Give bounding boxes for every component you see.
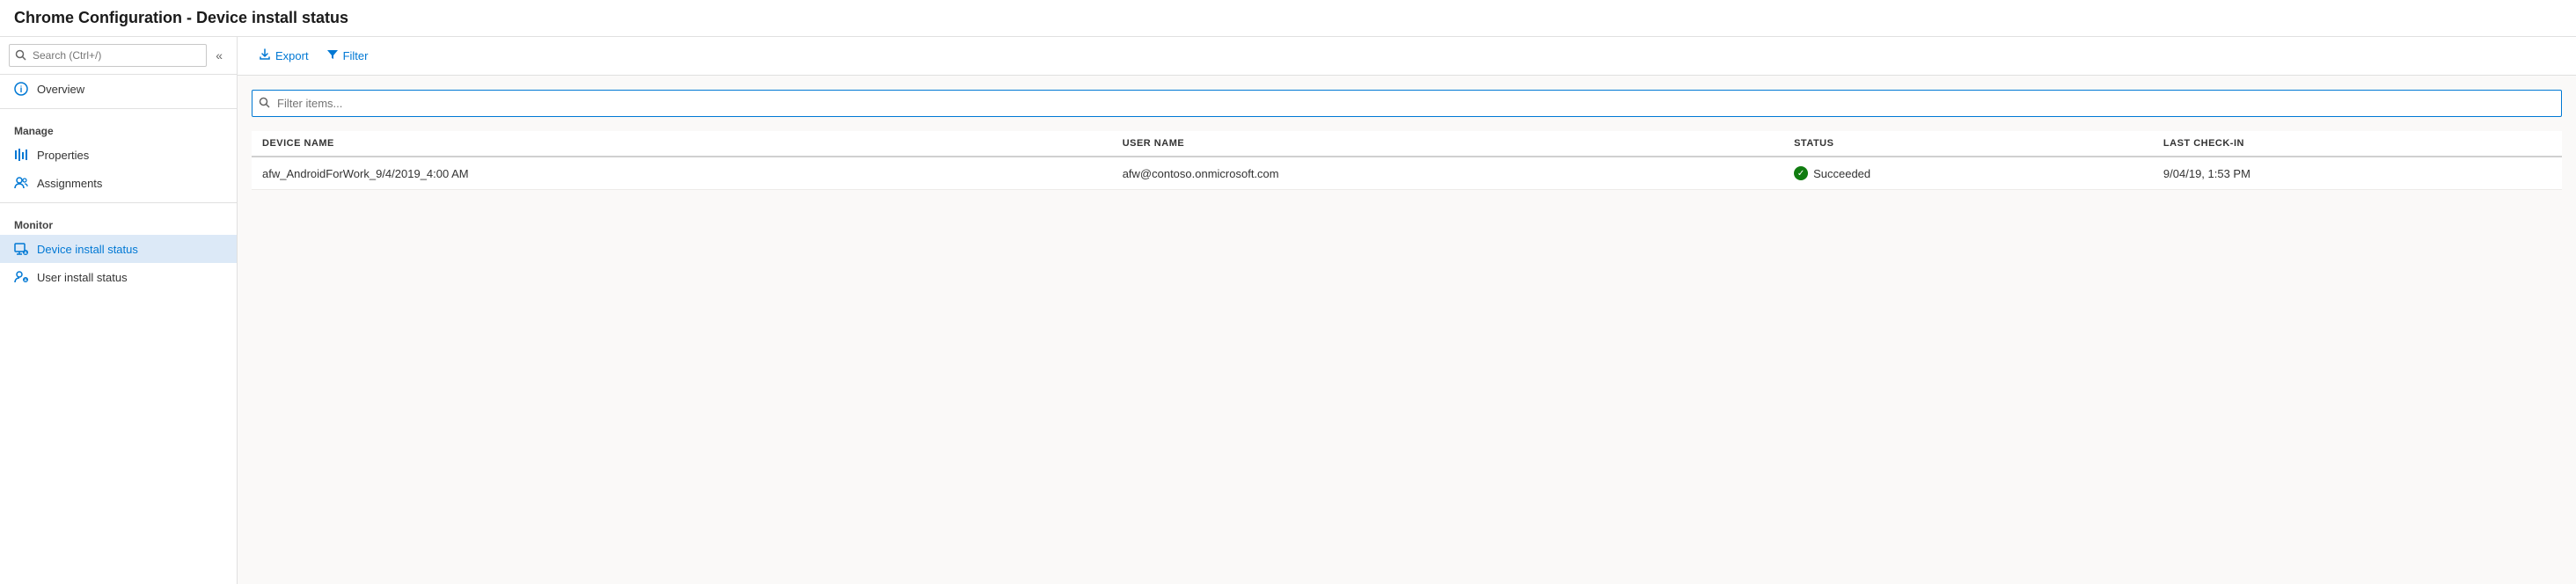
device-install-icon — [14, 242, 28, 256]
collapse-button[interactable]: « — [210, 45, 228, 66]
sidebar-item-properties[interactable]: Properties — [0, 141, 237, 169]
main-content: Export Filter — [238, 37, 2576, 584]
search-input[interactable] — [9, 44, 207, 67]
sidebar-item-label-properties: Properties — [37, 149, 89, 162]
content-area: DEVICE NAME USER NAME STATUS LAST CHECK-… — [238, 76, 2576, 584]
sidebar-item-label-device-install-status: Device install status — [37, 243, 138, 256]
sidebar-divider-1 — [0, 108, 237, 109]
status-text: Succeeded — [1813, 167, 1870, 180]
assignments-icon — [14, 176, 28, 190]
table-header: DEVICE NAME USER NAME STATUS LAST CHECK-… — [252, 131, 2562, 157]
succeeded-icon: ✓ — [1794, 166, 1808, 180]
filter-input-icon — [259, 97, 270, 111]
sidebar-section-manage: Manage — [0, 114, 237, 141]
svg-text:i: i — [20, 85, 23, 95]
col-header-last-checkin: LAST CHECK-IN — [2153, 131, 2562, 157]
main-layout: « i Overview Manage — [0, 37, 2576, 584]
filter-button[interactable]: Filter — [319, 44, 376, 68]
filter-label: Filter — [343, 49, 369, 62]
sidebar-item-label-overview: Overview — [37, 83, 84, 96]
properties-icon — [14, 148, 28, 162]
sidebar: « i Overview Manage — [0, 37, 238, 584]
cell-device-name: afw_AndroidForWork_9/4/2019_4:00 AM — [252, 157, 1112, 190]
col-header-user-name: USER NAME — [1112, 131, 1783, 157]
table-row: afw_AndroidForWork_9/4/2019_4:00 AM afw@… — [252, 157, 2562, 190]
export-label: Export — [275, 49, 309, 62]
filter-icon — [326, 48, 339, 63]
sidebar-item-label-user-install-status: User install status — [37, 271, 128, 284]
user-install-icon — [14, 270, 28, 284]
sidebar-item-device-install-status[interactable]: Device install status — [0, 235, 237, 263]
sidebar-divider-2 — [0, 202, 237, 203]
toolbar: Export Filter — [238, 37, 2576, 76]
info-icon: i — [14, 82, 28, 96]
data-table: DEVICE NAME USER NAME STATUS LAST CHECK-… — [252, 131, 2562, 190]
table-body: afw_AndroidForWork_9/4/2019_4:00 AM afw@… — [252, 157, 2562, 190]
status-succeeded: ✓ Succeeded — [1794, 166, 2142, 180]
sidebar-section-monitor: Monitor — [0, 208, 237, 235]
export-icon — [259, 48, 271, 63]
col-header-device-name: DEVICE NAME — [252, 131, 1112, 157]
sidebar-item-overview[interactable]: i Overview — [0, 75, 237, 103]
filter-input[interactable] — [252, 90, 2562, 117]
sidebar-item-label-assignments: Assignments — [37, 177, 102, 190]
page-title: Chrome Configuration - Device install st… — [0, 0, 2576, 37]
cell-user-name: afw@contoso.onmicrosoft.com — [1112, 157, 1783, 190]
cell-last-checkin: 9/04/19, 1:53 PM — [2153, 157, 2562, 190]
col-header-status: STATUS — [1783, 131, 2153, 157]
sidebar-search-row: « — [0, 37, 237, 75]
sidebar-item-user-install-status[interactable]: User install status — [0, 263, 237, 291]
filter-input-wrapper — [252, 90, 2562, 117]
sidebar-item-assignments[interactable]: Assignments — [0, 169, 237, 197]
export-button[interactable]: Export — [252, 44, 316, 68]
cell-status: ✓ Succeeded — [1783, 157, 2153, 190]
